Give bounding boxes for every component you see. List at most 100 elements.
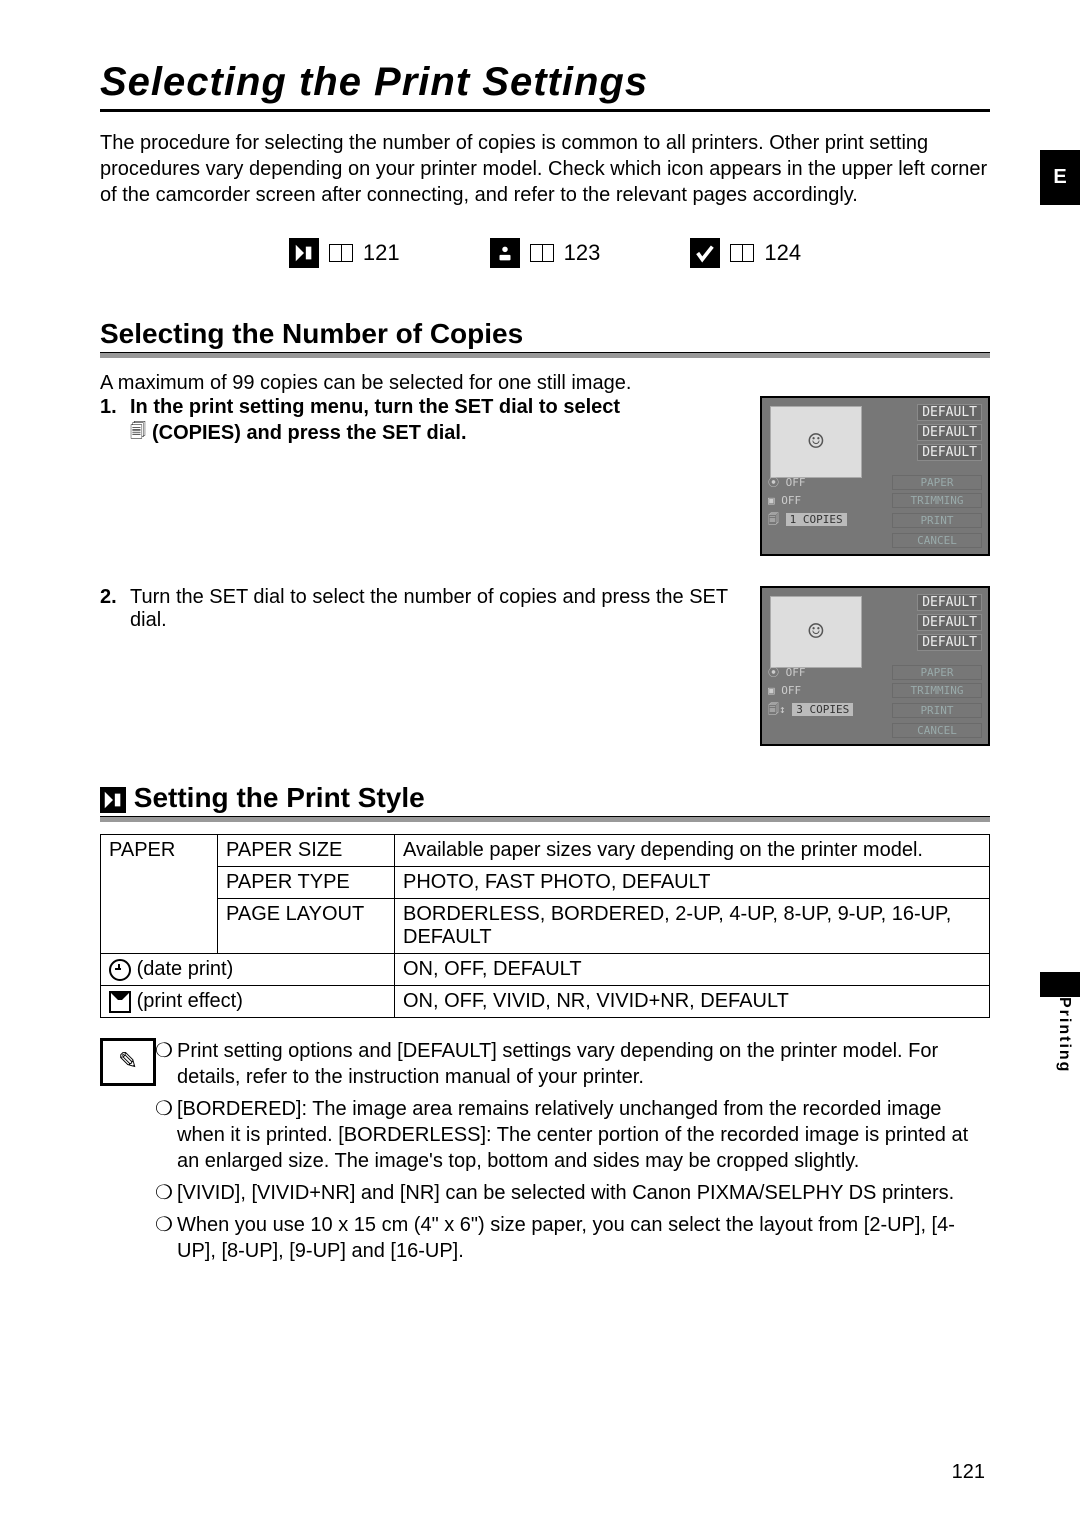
effect-icon	[109, 991, 131, 1013]
cell-print-effect-val: ON, OFF, VIVID, NR, VIVID+NR, DEFAULT	[395, 986, 990, 1018]
printer-a-icon	[289, 238, 319, 268]
book-icon	[530, 244, 554, 262]
lcd-row-r: PAPER	[892, 475, 982, 490]
lcd-default-row: DEFAULT	[917, 634, 982, 651]
print-style-table: PAPER PAPER SIZE Available paper sizes v…	[100, 834, 990, 1018]
page-number: 121	[952, 1461, 985, 1484]
lcd-screenshot-2: ☺ DEFAULT DEFAULT DEFAULT ⦿ OFFPAPER ▣ O…	[760, 586, 990, 746]
step-text: Turn the SET dial to select the number o…	[130, 586, 742, 632]
note-item: ❍[BORDERED]: The image area remains rela…	[155, 1096, 990, 1174]
lcd-default-row: DEFAULT	[917, 404, 982, 421]
cell-date-print-val: ON, OFF, DEFAULT	[395, 954, 990, 986]
step-1: 1. In the print setting menu, turn the S…	[100, 396, 742, 447]
cell-date-print: (date print)	[101, 954, 395, 986]
lcd-thumbnail: ☺	[770, 406, 862, 478]
printer-c-icon	[690, 238, 720, 268]
bullet-icon: ❍	[155, 1038, 177, 1090]
bullet-icon: ❍	[155, 1096, 177, 1174]
step-text: In the print setting menu, turn the SET …	[130, 396, 742, 447]
note-item: ❍[VIVID], [VIVID+NR] and [NR] can be sel…	[155, 1180, 990, 1206]
subheading-print-style: Setting the Print Style	[100, 782, 990, 814]
cell-page-layout: PAGE LAYOUT	[218, 899, 395, 954]
step-bold-b: (COPIES) and press the SET dial.	[152, 422, 467, 445]
step-row-1: 1. In the print setting menu, turn the S…	[100, 396, 990, 556]
note-text: When you use 10 x 15 cm (4" x 6") size p…	[177, 1212, 990, 1264]
lcd-row-l: OFF	[786, 476, 806, 489]
steps-list: 1. In the print setting menu, turn the S…	[100, 396, 990, 746]
page-heading: Selecting the Print Settings	[100, 60, 990, 105]
notes-block: ✎ ❍Print setting options and [DEFAULT] s…	[100, 1038, 990, 1270]
step-2: 2. Turn the SET dial to select the numbe…	[100, 586, 742, 632]
step-number: 1.	[100, 396, 130, 447]
page-ref-121: 121	[289, 238, 400, 268]
lcd-default-row: DEFAULT	[917, 614, 982, 631]
lcd-row-r: TRIMMING	[892, 683, 982, 698]
cell-paper-type: PAPER TYPE	[218, 867, 395, 899]
lcd-bottom-rows: ⦿ OFFPAPER ▣ OFFTRIMMING 🗐↕ 3 COPIESPRIN…	[768, 661, 982, 738]
page-reference-bar: 121 123 124	[100, 238, 990, 268]
lcd-row-l: OFF	[781, 494, 801, 507]
step-row-2: 2. Turn the SET dial to select the numbe…	[100, 586, 990, 746]
step-number: 2.	[100, 586, 130, 632]
notes-list: ❍Print setting options and [DEFAULT] set…	[155, 1038, 990, 1270]
book-icon	[730, 244, 754, 262]
subheading-rule	[100, 816, 990, 822]
step-bold-a: In the print setting menu, turn the SET …	[130, 396, 620, 418]
lcd-row-r: PRINT	[892, 513, 982, 528]
lcd-cancel: CANCEL	[892, 533, 982, 548]
subheading-text: Setting the Print Style	[134, 782, 425, 813]
note-text: [VIVID], [VIVID+NR] and [NR] can be sele…	[177, 1180, 954, 1206]
note-text: Print setting options and [DEFAULT] sett…	[177, 1038, 990, 1090]
lcd-screenshot-1: ☺ DEFAULT DEFAULT DEFAULT ⦿ OFFPAPER ▣ O…	[760, 396, 990, 556]
edge-tab-e: E	[1040, 150, 1080, 205]
bullet-icon: ❍	[155, 1180, 177, 1206]
note-text: [BORDERED]: The image area remains relat…	[177, 1096, 990, 1174]
copies-icon: 🗐	[130, 420, 146, 447]
cell-paper-type-val: PHOTO, FAST PHOTO, DEFAULT	[395, 867, 990, 899]
cell-print-effect-label: (print effect)	[137, 990, 243, 1012]
table-row: PAPER TYPE PHOTO, FAST PHOTO, DEFAULT	[101, 867, 990, 899]
cell-print-effect: (print effect)	[101, 986, 395, 1018]
cell-paper: PAPER	[101, 835, 218, 954]
lcd-defaults: DEFAULT DEFAULT DEFAULT	[917, 594, 982, 654]
lcd-row-r: TRIMMING	[892, 493, 982, 508]
page-ref-value: 124	[764, 240, 801, 266]
page-ref-value: 121	[363, 240, 400, 266]
table-row: PAGE LAYOUT BORDERLESS, BORDERED, 2-UP, …	[101, 899, 990, 954]
cell-paper-size: PAPER SIZE	[218, 835, 395, 867]
book-icon	[329, 244, 353, 262]
page-ref-123: 123	[490, 238, 601, 268]
clock-icon	[109, 959, 131, 981]
page-ref-value: 123	[564, 240, 601, 266]
note-stamp-icon: ✎	[100, 1038, 155, 1270]
lcd-row-l: OFF	[781, 684, 801, 697]
heading-rule	[100, 109, 990, 112]
copies-note: A maximum of 99 copies can be selected f…	[100, 370, 990, 396]
lcd-row-l: OFF	[786, 666, 806, 679]
printer-a-icon	[100, 787, 126, 813]
lcd-bottom-rows: ⦿ OFFPAPER ▣ OFFTRIMMING 🗐 1 COPIESPRINT…	[768, 471, 982, 548]
note-item: ❍When you use 10 x 15 cm (4" x 6") size …	[155, 1212, 990, 1264]
printer-b-icon	[490, 238, 520, 268]
lcd-default-row: DEFAULT	[917, 594, 982, 611]
table-row: (date print) ON, OFF, DEFAULT	[101, 954, 990, 986]
page-ref-124: 124	[690, 238, 801, 268]
subheading-rule	[100, 352, 990, 358]
lcd-cancel: CANCEL	[892, 723, 982, 738]
table-row: (print effect) ON, OFF, VIVID, NR, VIVID…	[101, 986, 990, 1018]
cell-paper-size-val: Available paper sizes vary depending on …	[395, 835, 990, 867]
lcd-default-row: DEFAULT	[917, 424, 982, 441]
note-item: ❍Print setting options and [DEFAULT] set…	[155, 1038, 990, 1090]
manual-page: Selecting the Print Settings The procedu…	[0, 0, 1080, 1534]
lcd-copies-chip: 3 COPIES	[792, 703, 853, 716]
lcd-copies-chip: 1 COPIES	[786, 513, 847, 526]
table-row: PAPER PAPER SIZE Available paper sizes v…	[101, 835, 990, 867]
cell-date-print-label: (date print)	[137, 958, 234, 980]
side-label-printing: Printing	[1055, 997, 1073, 1073]
edge-tab-black	[1040, 972, 1080, 997]
lcd-defaults: DEFAULT DEFAULT DEFAULT	[917, 404, 982, 464]
bullet-icon: ❍	[155, 1212, 177, 1264]
intro-paragraph: The procedure for selecting the number o…	[100, 130, 990, 208]
lcd-row-r: PAPER	[892, 665, 982, 680]
lcd-default-row: DEFAULT	[917, 444, 982, 461]
